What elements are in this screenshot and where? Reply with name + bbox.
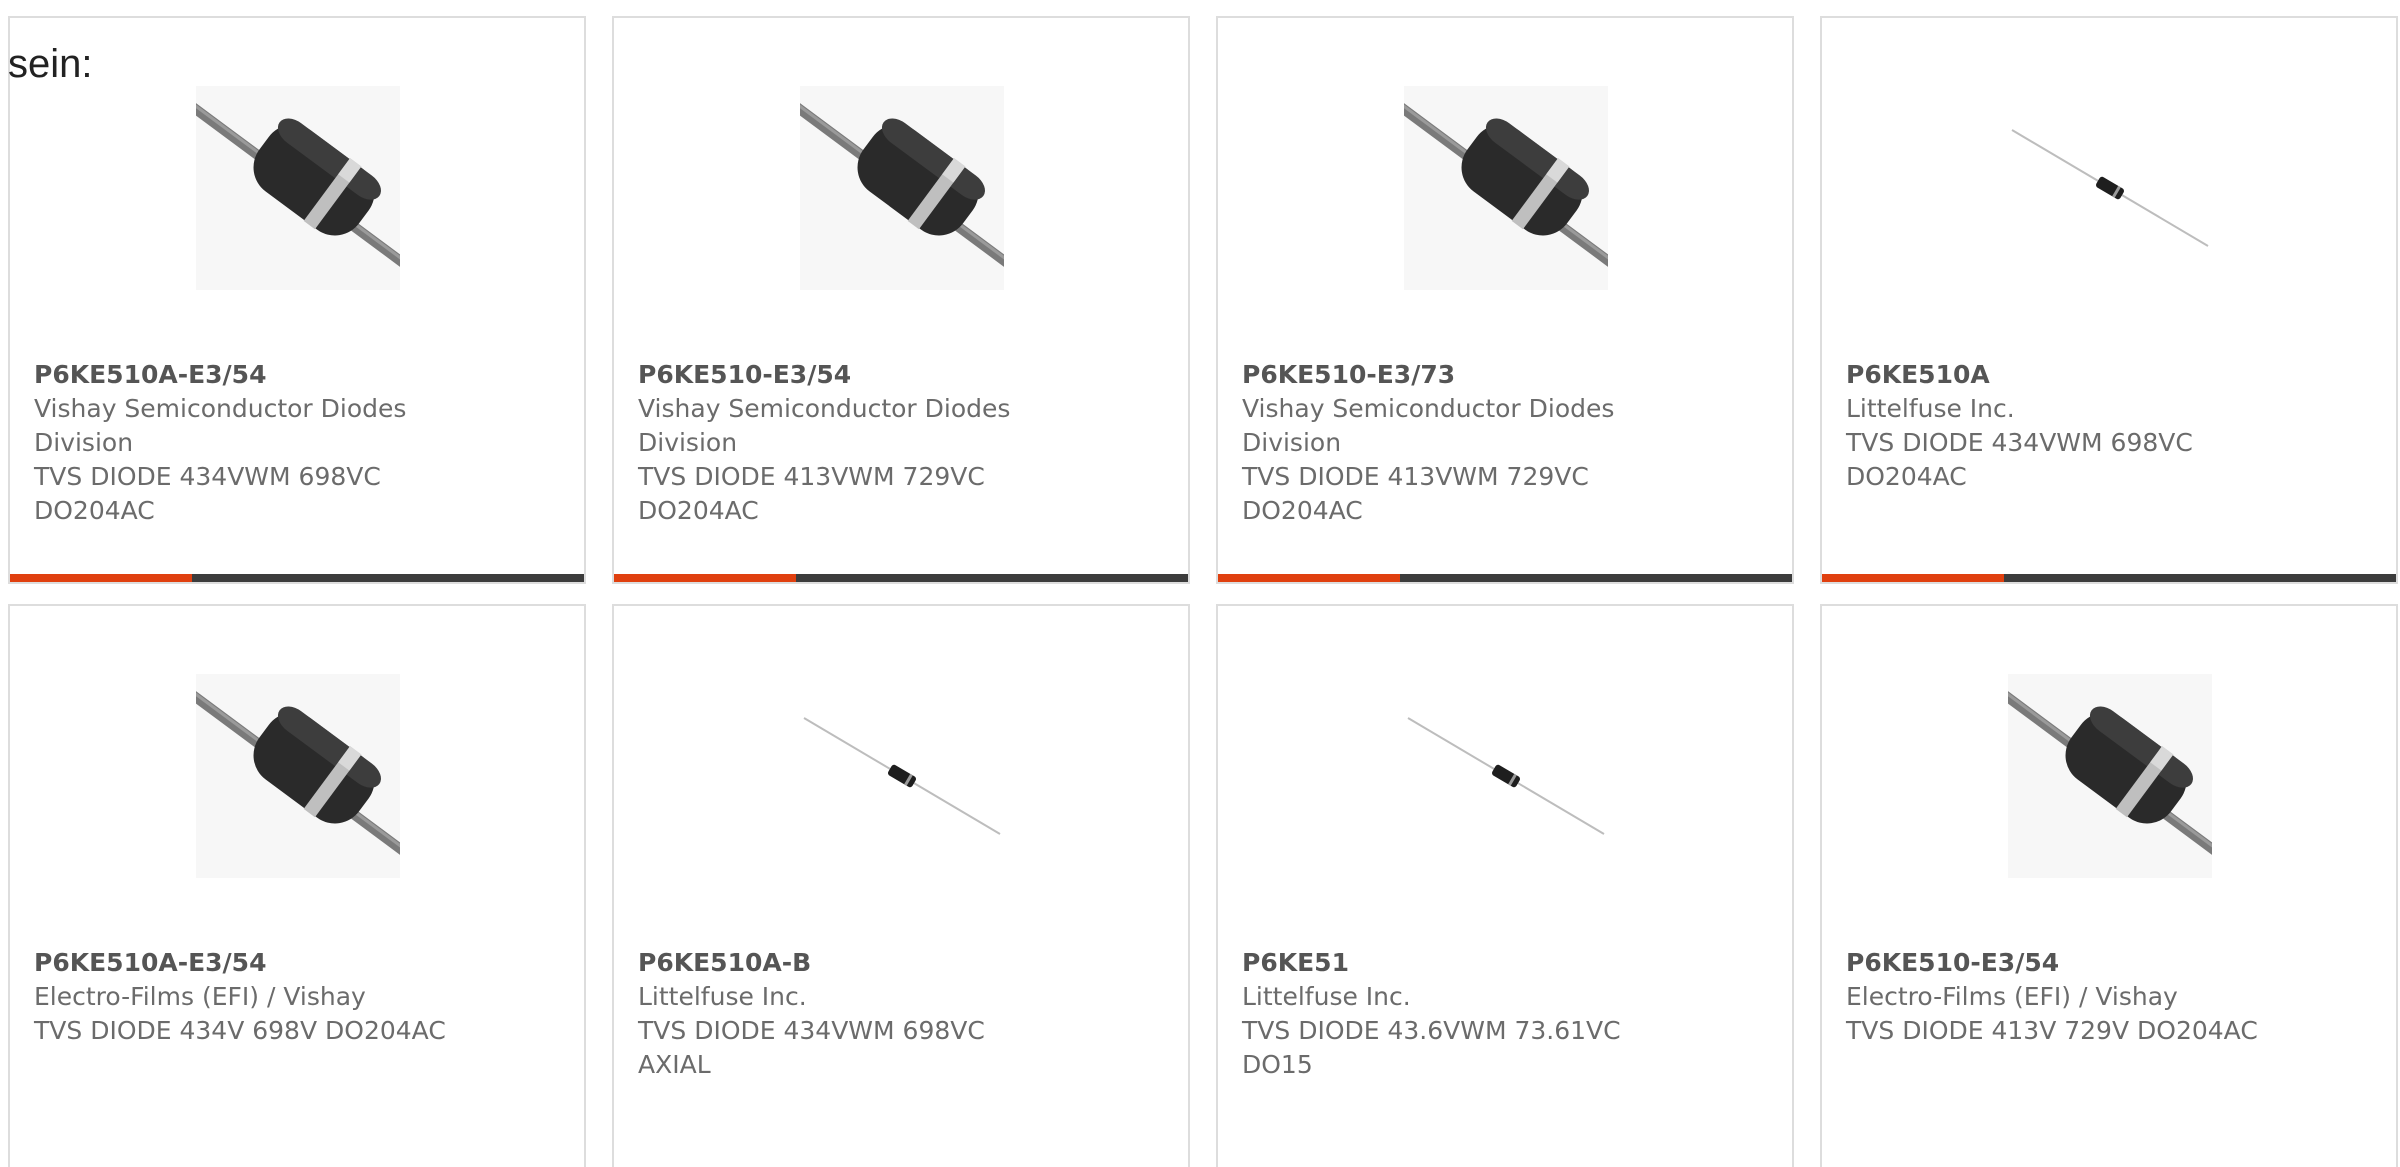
part-number[interactable]: P6KE510A <box>1846 358 2286 392</box>
part-number[interactable]: P6KE510A-E3/54 <box>34 946 474 980</box>
part-number[interactable]: P6KE51 <box>1242 946 1682 980</box>
accent-bar <box>614 574 796 582</box>
part-number[interactable]: P6KE510A-E3/54 <box>34 358 474 392</box>
product-card[interactable]: P6KE510A-E3/54 Vishay Semiconductor Diod… <box>8 16 586 584</box>
accent-bar <box>1218 574 1400 582</box>
package: DO204AC <box>34 496 155 525</box>
description: TVS DIODE 434VWM 698VC <box>638 1016 985 1045</box>
product-info: P6KE510-E3/54 Electro-Films (EFI) / Vish… <box>1846 946 2286 1048</box>
card-footer-bar <box>1218 574 1792 582</box>
card-footer-bar <box>10 574 584 582</box>
product-info: P6KE510-E3/54 Vishay Semiconductor Diode… <box>638 358 1078 528</box>
product-info: P6KE510A-E3/54 Electro-Films (EFI) / Vis… <box>34 946 474 1048</box>
product-card[interactable]: P6KE510-E3/73 Vishay Semiconductor Diode… <box>1216 16 1794 584</box>
manufacturer: Electro-Films (EFI) / Vishay <box>1846 982 2178 1011</box>
product-grid-page: sein: P6KE510A-E3/54 Vishay Semiconducto… <box>0 0 2400 1167</box>
package: DO204AC <box>638 496 759 525</box>
product-info: P6KE510A Littelfuse Inc. TVS DIODE 434VW… <box>1846 358 2286 494</box>
part-number[interactable]: P6KE510-E3/73 <box>1242 358 1682 392</box>
manufacturer: Littelfuse Inc. <box>1846 394 2015 423</box>
product-card[interactable]: P6KE510-E3/54 Electro-Films (EFI) / Vish… <box>1820 604 2398 1167</box>
manufacturer: Electro-Films (EFI) / Vishay <box>34 982 366 1011</box>
description: TVS DIODE 43.6VWM 73.61VC <box>1242 1016 1621 1045</box>
manufacturer: Vishay Semiconductor Diodes <box>638 394 1011 423</box>
product-info: P6KE510A-B Littelfuse Inc. TVS DIODE 434… <box>638 946 1078 1082</box>
manufacturer: Littelfuse Inc. <box>638 982 807 1011</box>
product-info: P6KE51 Littelfuse Inc. TVS DIODE 43.6VWM… <box>1242 946 1682 1082</box>
manufacturer: Vishay Semiconductor Diodes <box>1242 394 1615 423</box>
description: TVS DIODE 434V 698V DO204AC <box>34 1016 446 1045</box>
manufacturer: Vishay Semiconductor Diodes <box>34 394 407 423</box>
product-card[interactable]: P6KE510A Littelfuse Inc. TVS DIODE 434VW… <box>1820 16 2398 584</box>
product-card[interactable]: P6KE51 Littelfuse Inc. TVS DIODE 43.6VWM… <box>1216 604 1794 1167</box>
part-number[interactable]: P6KE510-E3/54 <box>1846 946 2286 980</box>
diode-closeup-image[interactable] <box>196 86 400 290</box>
diode-axial-image[interactable] <box>2008 86 2212 290</box>
manufacturer-continued: Division <box>638 428 738 457</box>
description: TVS DIODE 434VWM 698VC <box>1846 428 2193 457</box>
part-number[interactable]: P6KE510A-B <box>638 946 1078 980</box>
manufacturer: Littelfuse Inc. <box>1242 982 1411 1011</box>
diode-closeup-image[interactable] <box>196 674 400 878</box>
package: AXIAL <box>638 1050 711 1079</box>
card-footer-bar <box>1822 574 2396 582</box>
manufacturer-continued: Division <box>34 428 134 457</box>
diode-axial-image[interactable] <box>1404 674 1608 878</box>
description: TVS DIODE 413VWM 729VC <box>638 462 985 491</box>
product-info: P6KE510A-E3/54 Vishay Semiconductor Diod… <box>34 358 474 528</box>
product-card[interactable]: P6KE510-E3/54 Vishay Semiconductor Diode… <box>612 16 1190 584</box>
diode-axial-image[interactable] <box>800 674 1004 878</box>
product-card[interactable]: P6KE510A-B Littelfuse Inc. TVS DIODE 434… <box>612 604 1190 1167</box>
diode-closeup-image[interactable] <box>800 86 1004 290</box>
diode-closeup-image[interactable] <box>1404 86 1608 290</box>
description: TVS DIODE 413VWM 729VC <box>1242 462 1589 491</box>
description: TVS DIODE 434VWM 698VC <box>34 462 381 491</box>
intro-text: sein: <box>8 42 93 86</box>
package: DO15 <box>1242 1050 1313 1079</box>
card-footer-bar <box>614 574 1188 582</box>
part-number[interactable]: P6KE510-E3/54 <box>638 358 1078 392</box>
accent-bar <box>1822 574 2004 582</box>
package: DO204AC <box>1242 496 1363 525</box>
description: TVS DIODE 413V 729V DO204AC <box>1846 1016 2258 1045</box>
manufacturer-continued: Division <box>1242 428 1342 457</box>
product-info: P6KE510-E3/73 Vishay Semiconductor Diode… <box>1242 358 1682 528</box>
accent-bar <box>10 574 192 582</box>
diode-closeup-image[interactable] <box>2008 674 2212 878</box>
package: DO204AC <box>1846 462 1967 491</box>
product-card[interactable]: P6KE510A-E3/54 Electro-Films (EFI) / Vis… <box>8 604 586 1167</box>
